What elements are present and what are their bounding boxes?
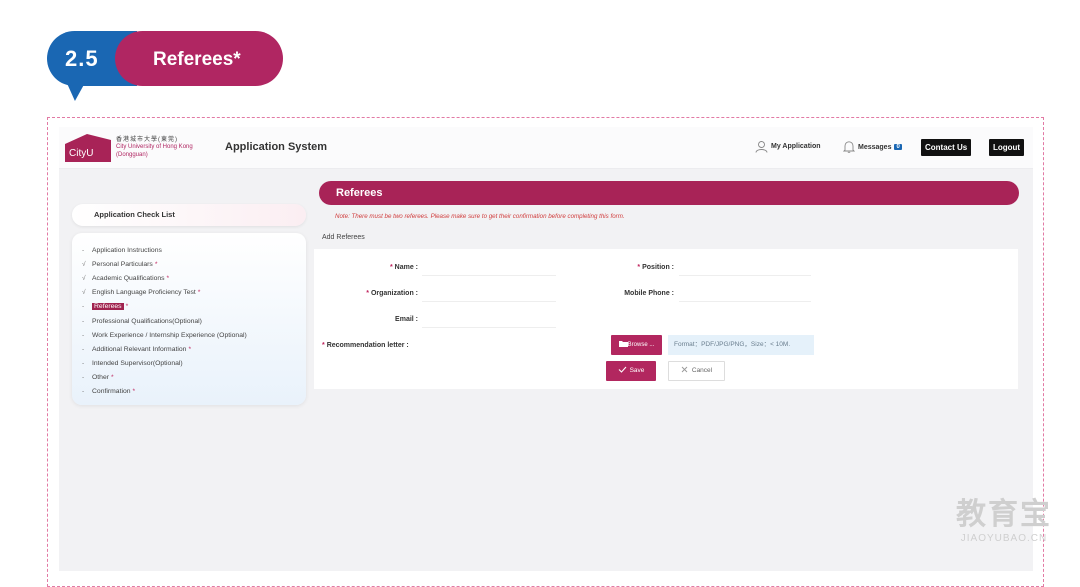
- required-mark: *: [322, 342, 325, 349]
- status-mark: -: [82, 303, 85, 311]
- status-mark: -: [82, 331, 85, 339]
- required-mark: *: [125, 303, 129, 311]
- section-badge: 2.5 Referees*: [47, 31, 287, 103]
- application-checklist: - Application Instructions √ Personal Part…: [72, 233, 306, 405]
- messages-count-badge: 0: [894, 144, 902, 150]
- required-mark: *: [366, 290, 369, 297]
- messages-label: Messages: [858, 143, 892, 151]
- check-mark: √: [82, 274, 86, 282]
- logo-english-line2: (Dongguan): [116, 152, 148, 158]
- checklist-item-label: English Language Proficiency Test: [92, 289, 196, 297]
- name-input[interactable]: [422, 256, 556, 276]
- mobile-phone-input[interactable]: [679, 282, 811, 302]
- browse-label: Browse ...: [627, 342, 655, 348]
- status-mark: -: [82, 317, 85, 325]
- email-label: Email :: [395, 316, 418, 323]
- watermark-english: JIAOYUBAO.CN: [960, 533, 1048, 544]
- required-mark: *: [111, 374, 114, 382]
- checklist-item-label: Confirmation: [92, 388, 131, 396]
- check-mark: √: [82, 260, 86, 268]
- my-application-label: My Application: [771, 143, 821, 150]
- cityu-logo[interactable]: CityU: [65, 134, 111, 162]
- status-mark: -: [82, 388, 85, 396]
- position-label-text: Position :: [642, 264, 674, 271]
- checklist-item-label: Intended Supervisor(Optional): [92, 360, 183, 368]
- logo-english-line1: City University of Hong Kong: [116, 144, 193, 150]
- folder-icon: [618, 341, 628, 347]
- referee-note: Note: There must be two referees. Please…: [335, 213, 625, 220]
- organization-label: * Organization :: [344, 290, 418, 297]
- save-label: Save: [629, 367, 645, 374]
- required-mark: *: [389, 264, 393, 271]
- required-mark: *: [154, 260, 158, 268]
- organization-label-text: Organization :: [370, 290, 418, 297]
- name-label: * Name :: [354, 264, 418, 271]
- checklist-item-professional-qualifications[interactable]: - Professional Qualifications(Optional): [82, 314, 306, 328]
- logo-text: CityU: [69, 148, 93, 159]
- app-title: Application System: [225, 141, 328, 153]
- status-mark: -: [82, 374, 85, 382]
- required-mark: *: [166, 274, 170, 282]
- contact-us-button[interactable]: Contact Us: [921, 139, 972, 156]
- checklist-item-label: Academic Qualifications: [92, 274, 165, 282]
- checklist-item-label: Professional Qualifications(Optional): [92, 317, 202, 325]
- save-button[interactable]: Save: [606, 361, 656, 381]
- referee-form: * Name : * Position : * Organization : M…: [314, 249, 1018, 389]
- checklist-item-label: Work Experience / Internship Experience …: [92, 331, 247, 339]
- checklist-item-other[interactable]: - Other *: [82, 371, 306, 385]
- name-label-text: Name :: [394, 264, 418, 271]
- logout-button[interactable]: Logout: [989, 139, 1025, 156]
- checklist-item-label: Application Instructions: [92, 246, 162, 254]
- checklist-item-label: Referees: [92, 303, 124, 311]
- checklist-item-work-experience[interactable]: - Work Experience / Internship Experience…: [82, 328, 306, 342]
- checklist-item-english-test[interactable]: √ English Language Proficiency Test *: [82, 286, 306, 300]
- logo-english-name: City University of Hong Kong (Dongguan): [116, 143, 193, 159]
- organization-input[interactable]: [422, 282, 556, 302]
- section-title-bar: Referees: [319, 181, 1019, 205]
- recommendation-letter-label-text: Recommendation letter :: [326, 342, 409, 349]
- checklist-item-additional-information[interactable]: - Additional Relevant Information *: [82, 342, 306, 356]
- watermark: 教育宝 JIAOYUBAO.CN: [948, 498, 1060, 544]
- checklist-item-label: Personal Particulars: [92, 260, 153, 268]
- check-mark: √: [82, 289, 86, 297]
- required-mark: *: [132, 388, 136, 396]
- user-icon: [755, 141, 768, 153]
- required-mark: *: [197, 289, 201, 297]
- watermark-chinese: 教育宝: [956, 498, 1052, 531]
- checklist-item-application-instructions[interactable]: - Application Instructions: [82, 243, 306, 257]
- checklist-item-confirmation[interactable]: - Confirmation *: [82, 385, 306, 399]
- logo-chinese-name: 香港城市大學(東莞): [116, 137, 178, 143]
- required-mark: *: [637, 264, 641, 271]
- mobile-phone-label: Mobile Phone :: [624, 290, 674, 297]
- messages-link[interactable]: Messages 0: [843, 140, 902, 154]
- checklist-title: Application Check List: [72, 204, 306, 226]
- close-icon: [681, 366, 688, 373]
- checklist-item-label: Other: [92, 374, 109, 382]
- status-mark: -: [82, 360, 85, 368]
- status-mark: -: [82, 246, 85, 254]
- checklist-item-referees[interactable]: - Referees *: [82, 300, 306, 314]
- section-badge-title: Referees*: [115, 31, 283, 86]
- position-input[interactable]: [679, 256, 811, 276]
- my-application-link[interactable]: My Application: [755, 140, 821, 153]
- checklist-item-academic-qualifications[interactable]: √ Academic Qualifications *: [82, 271, 306, 285]
- checklist-item-label: Additional Relevant Information: [92, 345, 187, 353]
- top-bar: CityU 香港城市大學(東莞) City University of Hong…: [59, 127, 1033, 169]
- file-format-hint: Format：PDF/JPG/PNG，Size：< 10M.: [668, 335, 814, 355]
- cancel-label: Cancel: [691, 367, 713, 374]
- position-label: * Position :: [604, 264, 674, 271]
- checklist-item-personal-particulars[interactable]: √ Personal Particulars *: [82, 257, 306, 271]
- application-window: CityU 香港城市大學(東莞) City University of Hong…: [59, 127, 1033, 571]
- add-referees-title: Add Referees: [322, 234, 365, 241]
- cancel-button[interactable]: Cancel: [668, 361, 725, 381]
- required-mark: *: [188, 345, 192, 353]
- browse-button[interactable]: Browse ...: [611, 335, 662, 355]
- check-icon: [618, 366, 626, 373]
- checklist-item-intended-supervisor[interactable]: - Intended Supervisor(Optional): [82, 357, 306, 371]
- email-input[interactable]: [422, 308, 556, 328]
- bell-icon: [843, 141, 855, 153]
- recommendation-letter-label: * Recommendation letter :: [322, 342, 409, 349]
- status-mark: -: [82, 345, 85, 353]
